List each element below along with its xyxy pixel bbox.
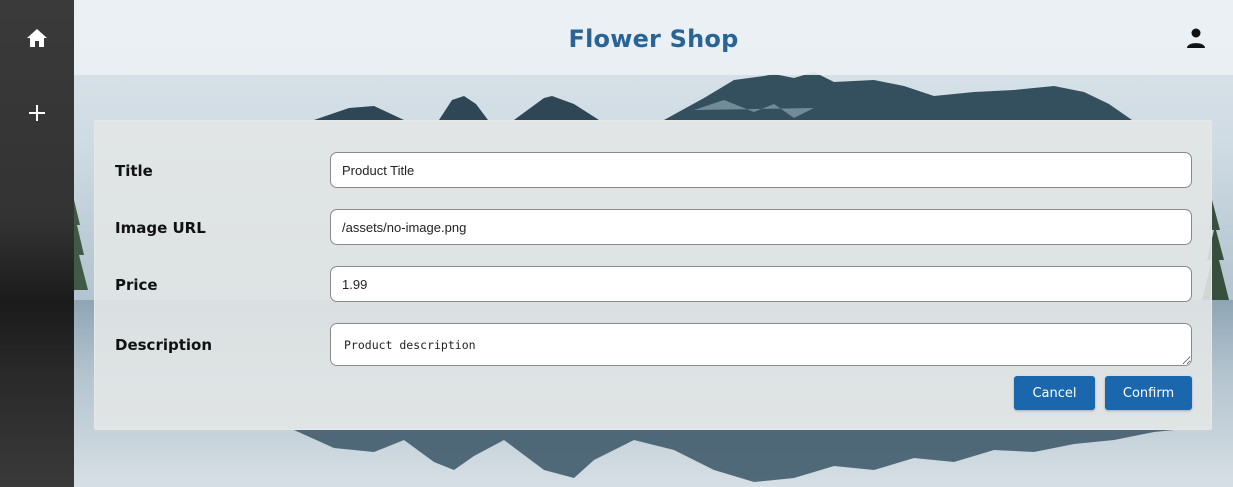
description-textarea[interactable]: Product description: [330, 323, 1192, 366]
app-header: Flower Shop: [74, 0, 1233, 75]
product-form: Title Image URL Price Description Produc…: [94, 120, 1212, 430]
home-button[interactable]: [17, 18, 57, 58]
home-icon: [27, 29, 47, 47]
add-product-button[interactable]: [17, 93, 57, 133]
title-label: Title: [115, 162, 153, 180]
confirm-button[interactable]: Confirm: [1105, 376, 1192, 410]
price-input[interactable]: [330, 266, 1192, 302]
user-icon: [1187, 28, 1205, 48]
title-input[interactable]: [330, 152, 1192, 188]
cancel-button[interactable]: Cancel: [1014, 376, 1095, 410]
price-label: Price: [115, 276, 158, 294]
page-title: Flower Shop: [568, 25, 739, 53]
sidebar: [0, 0, 74, 487]
image-url-label: Image URL: [115, 219, 206, 237]
account-button[interactable]: [1184, 26, 1208, 50]
image-url-input[interactable]: [330, 209, 1192, 245]
plus-icon: [29, 105, 45, 121]
description-label: Description: [115, 336, 213, 354]
